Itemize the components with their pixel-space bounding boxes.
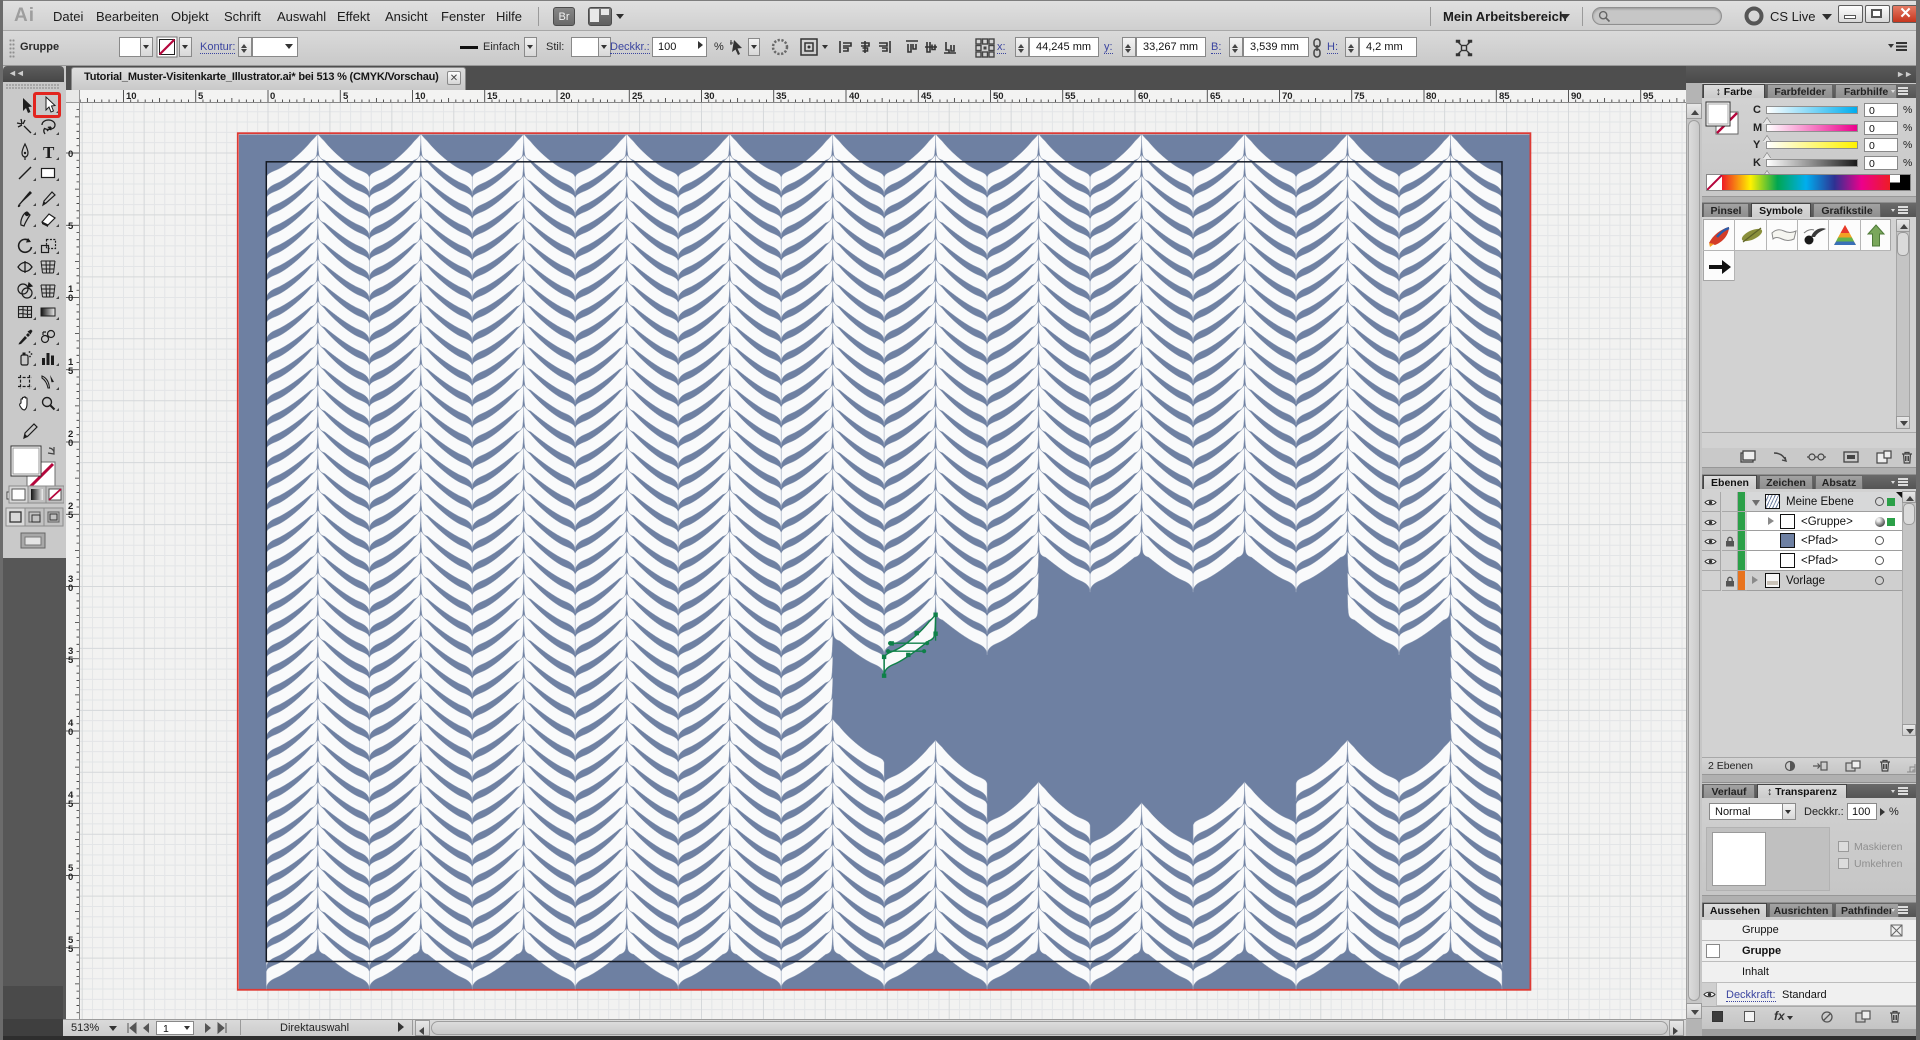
svg-text:90: 90 — [1571, 91, 1582, 102]
svg-text:75: 75 — [1354, 91, 1365, 102]
svg-text:10: 10 — [415, 91, 426, 102]
svg-text:0: 0 — [68, 583, 73, 594]
svg-text:30: 30 — [704, 91, 715, 102]
svg-text:5: 5 — [68, 510, 74, 521]
svg-text:5: 5 — [68, 799, 74, 810]
svg-text:0: 0 — [270, 91, 275, 102]
svg-text:10: 10 — [126, 91, 137, 102]
svg-text:5: 5 — [68, 221, 74, 232]
svg-text:20: 20 — [560, 91, 571, 102]
svg-text:80: 80 — [1426, 91, 1437, 102]
svg-text:0: 0 — [68, 727, 73, 738]
svg-text:0: 0 — [68, 872, 73, 883]
svg-text:0: 0 — [68, 293, 73, 304]
svg-text:95: 95 — [1643, 91, 1654, 102]
svg-text:35: 35 — [776, 91, 787, 102]
svg-text:55: 55 — [1065, 91, 1076, 102]
svg-text:60: 60 — [1138, 91, 1149, 102]
svg-text:65: 65 — [1210, 91, 1221, 102]
svg-text:0: 0 — [68, 149, 73, 160]
svg-text:50: 50 — [993, 91, 1004, 102]
svg-text:5: 5 — [68, 655, 74, 666]
svg-text:5: 5 — [68, 944, 74, 955]
svg-text:45: 45 — [921, 91, 932, 102]
svg-text:25: 25 — [632, 91, 643, 102]
svg-text:5: 5 — [198, 91, 204, 102]
svg-text:5: 5 — [343, 91, 349, 102]
svg-text:0: 0 — [68, 438, 73, 449]
svg-text:T: T — [43, 143, 55, 162]
svg-text:40: 40 — [849, 91, 860, 102]
svg-text:15: 15 — [487, 91, 498, 102]
svg-text:70: 70 — [1282, 91, 1293, 102]
svg-text:5: 5 — [68, 366, 74, 377]
svg-text:85: 85 — [1499, 91, 1510, 102]
